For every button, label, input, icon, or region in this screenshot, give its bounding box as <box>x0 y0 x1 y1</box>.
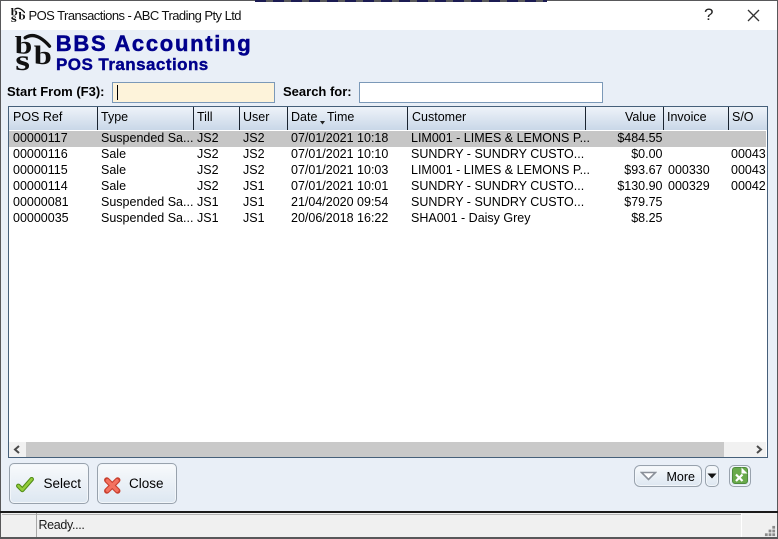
svg-text:s: s <box>15 45 30 76</box>
svg-text:s: s <box>11 11 17 24</box>
